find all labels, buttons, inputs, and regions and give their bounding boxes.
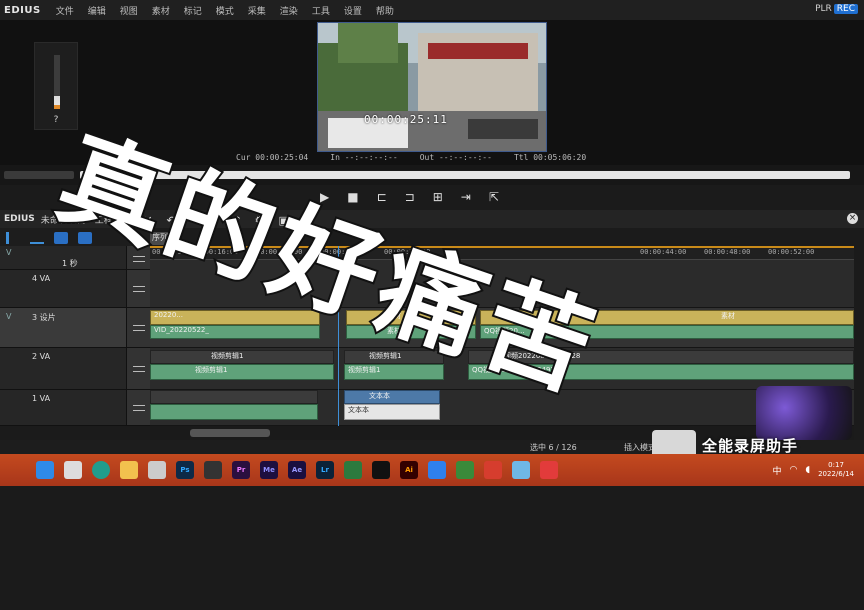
overwrite-icon[interactable]: ⊞ bbox=[433, 190, 443, 204]
photoshop-icon[interactable]: Ps bbox=[176, 461, 194, 479]
volume-icon[interactable]: ◖ bbox=[805, 465, 810, 475]
ruler-tick: 00:00:48:00 bbox=[704, 248, 751, 256]
windows-start-icon[interactable] bbox=[36, 461, 54, 479]
export-icon[interactable]: ⇱ bbox=[489, 190, 499, 204]
edge-icon[interactable] bbox=[92, 461, 110, 479]
menu-help[interactable]: 帮助 bbox=[369, 4, 401, 17]
insert-icon[interactable]: ⇥ bbox=[461, 190, 471, 204]
davinci-icon[interactable] bbox=[204, 461, 222, 479]
in-timecode: In --:--:--:-- bbox=[330, 153, 398, 162]
plr-rec-switch[interactable]: PLR REC bbox=[815, 4, 858, 14]
meter-bar bbox=[54, 55, 60, 109]
rec-label[interactable]: REC bbox=[833, 4, 858, 14]
ruler-tick: 00:00:44:00 bbox=[640, 248, 687, 256]
clock-date: 2022/6/14 bbox=[818, 470, 854, 478]
meter-label: ? bbox=[53, 115, 59, 125]
track-toggle[interactable]: V bbox=[6, 248, 20, 262]
meter-peak bbox=[54, 105, 60, 109]
app-logo: EDIUS bbox=[4, 4, 41, 16]
store-icon[interactable] bbox=[148, 461, 166, 479]
preview-frame bbox=[318, 23, 546, 151]
clock-time: 0:17 bbox=[828, 461, 844, 469]
ttl-timecode: Ttl 00:05:06:20 bbox=[513, 153, 587, 162]
ruler-tick: 00:00:52:00 bbox=[768, 248, 815, 256]
ime-indicator[interactable]: 中 bbox=[772, 464, 781, 477]
preview-timecode: 00:00:25:11 bbox=[364, 113, 448, 126]
menu-settings[interactable]: 设置 bbox=[337, 4, 369, 17]
premiere-icon[interactable]: Pr bbox=[232, 461, 250, 479]
close-icon[interactable]: × bbox=[847, 213, 858, 224]
folder-icon[interactable] bbox=[120, 461, 138, 479]
menu-mode[interactable]: 模式 bbox=[209, 4, 241, 17]
menu-render[interactable]: 渲染 bbox=[273, 4, 305, 17]
menu-file[interactable]: 文件 bbox=[49, 4, 81, 17]
menu-view[interactable]: 视图 bbox=[113, 4, 145, 17]
audio-meter: ? bbox=[34, 42, 78, 130]
clock[interactable]: 0:17 2022/6/14 bbox=[818, 461, 854, 479]
track-name: 1 VA bbox=[32, 394, 51, 403]
menu-bar: EDIUS 文件 编辑 视图 素材 标记 模式 采集 渲染 工具 设置 帮助 P… bbox=[0, 0, 864, 20]
out-timecode: Out --:--:--:-- bbox=[419, 153, 492, 162]
menu-clip[interactable]: 素材 bbox=[145, 4, 177, 17]
wifi-icon[interactable]: ◠ bbox=[789, 465, 797, 475]
video-preview[interactable]: 00:00:25:11 bbox=[317, 22, 547, 152]
plr-label[interactable]: PLR bbox=[815, 4, 832, 14]
menu-capture[interactable]: 采集 bbox=[241, 4, 273, 17]
menu-edit[interactable]: 编辑 bbox=[81, 4, 113, 17]
menu-tools[interactable]: 工具 bbox=[305, 4, 337, 17]
task-view-icon[interactable] bbox=[64, 461, 82, 479]
timeline-title: EDIUS bbox=[4, 214, 35, 224]
mode-icon[interactable] bbox=[6, 232, 20, 244]
menu-marker[interactable]: 标记 bbox=[177, 4, 209, 17]
